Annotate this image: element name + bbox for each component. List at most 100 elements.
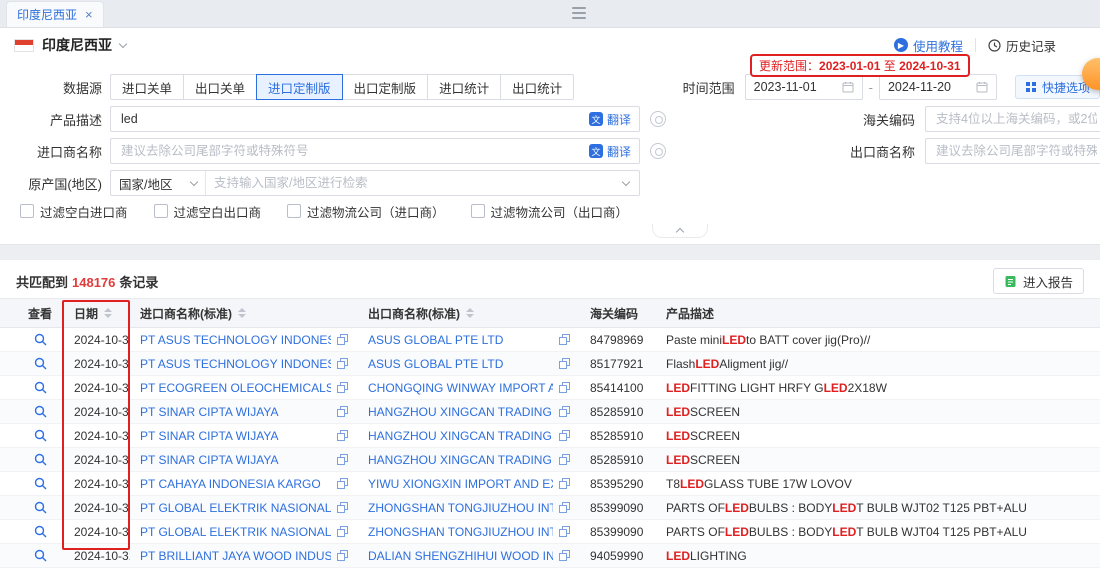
datasource-tab-进口关单[interactable]: 进口关单 xyxy=(110,74,184,100)
date-to-input[interactable]: 2024-11-20 xyxy=(879,74,997,100)
row-product-desc: PARTS OF LED BULBS : BODY LED T BULB WJT… xyxy=(656,496,1100,519)
copy-icon[interactable] xyxy=(559,382,570,393)
checkbox-icon[interactable] xyxy=(20,204,34,218)
translate-label: 翻译 xyxy=(607,143,631,160)
view-row-button[interactable] xyxy=(34,357,47,370)
copy-icon[interactable] xyxy=(337,478,348,489)
copy-icon[interactable] xyxy=(559,406,570,417)
view-row-button[interactable] xyxy=(34,333,47,346)
exporter-link[interactable]: YIWU XIONGXIN IMPORT AND EXPORT... xyxy=(368,477,553,491)
checkbox-icon[interactable] xyxy=(471,204,485,218)
exporter-link[interactable]: DALIAN SHENGZHIHUI WOOD INDUST... xyxy=(368,549,553,563)
column-header[interactable]: 出口商名称(标准) xyxy=(358,299,580,327)
importer-link[interactable]: PT ECOGREEN OLEOCHEMICALS xyxy=(140,381,331,395)
column-header-label: 出口商名称(标准) xyxy=(368,305,460,322)
filter-checkbox[interactable]: 过滤空白出口商 xyxy=(154,202,262,221)
row-product-desc: LED SCREEN xyxy=(656,448,1100,471)
copy-icon[interactable] xyxy=(559,526,570,537)
importer-link[interactable]: PT GLOBAL ELEKTRIK NASIONAL xyxy=(140,525,331,539)
copy-icon[interactable] xyxy=(337,382,348,393)
column-header[interactable]: 日期 xyxy=(64,299,130,327)
importer-link[interactable]: PT ASUS TECHNOLOGY INDONESIA BA... xyxy=(140,333,331,347)
exporter-link[interactable]: ZHONGSHAN TONGJIUZHOU INTERNA... xyxy=(368,501,553,515)
chevron-down-icon[interactable] xyxy=(622,177,630,185)
table-row: 2024-10-31PT ASUS TECHNOLOGY INDONESIA B… xyxy=(0,328,1100,352)
date-from-input[interactable]: 2023-11-01 xyxy=(745,74,863,100)
column-header-label: 进口商名称(标准) xyxy=(140,305,232,322)
datasource-tab-出口定制版[interactable]: 出口定制版 xyxy=(342,74,429,100)
copy-icon[interactable] xyxy=(337,358,348,369)
chevron-down-icon[interactable] xyxy=(119,39,127,47)
exporter-link[interactable]: HANGZHOU XINGCAN TRADING CO LTD xyxy=(368,429,553,443)
importer-link[interactable]: PT BRILLIANT JAYA WOOD INDUSTRY xyxy=(140,549,331,563)
exporter-link[interactable]: HANGZHOU XINGCAN TRADING CO LTD xyxy=(368,453,553,467)
datasource-tab-进口定制版[interactable]: 进口定制版 xyxy=(256,74,343,100)
importer-link[interactable]: PT SINAR CIPTA WIJAYA xyxy=(140,429,331,443)
hs-code-input[interactable] xyxy=(934,111,1099,127)
importer-link[interactable]: PT ASUS TECHNOLOGY INDONESIA BA... xyxy=(140,357,331,371)
view-row-button[interactable] xyxy=(34,405,47,418)
copy-icon[interactable] xyxy=(337,550,348,561)
copy-icon[interactable] xyxy=(337,406,348,417)
tab-close-icon[interactable]: × xyxy=(85,8,93,21)
view-row-button[interactable] xyxy=(34,453,47,466)
match-mode-toggle-icon[interactable] xyxy=(650,111,666,127)
datasource-tab-出口统计[interactable]: 出口统计 xyxy=(500,74,574,100)
importer-link[interactable]: PT SINAR CIPTA WIJAYA xyxy=(140,405,331,419)
country-selector[interactable]: 印度尼西亚 xyxy=(42,35,112,55)
importer-link[interactable]: PT CAHAYA INDONESIA KARGO xyxy=(140,477,331,491)
translate-button[interactable]: 文 翻译 xyxy=(589,111,631,128)
origin-type-select[interactable]: 国家/地区 xyxy=(111,171,206,195)
copy-icon[interactable] xyxy=(559,478,570,489)
enter-report-button[interactable]: 进入报告 xyxy=(993,268,1084,294)
copy-icon[interactable] xyxy=(559,358,570,369)
view-row-button[interactable] xyxy=(34,381,47,394)
datasource-tab-进口统计[interactable]: 进口统计 xyxy=(427,74,501,100)
importer-link[interactable]: PT SINAR CIPTA WIJAYA xyxy=(140,453,331,467)
exporter-link[interactable]: ASUS GLOBAL PTE LTD xyxy=(368,357,553,371)
calendar-icon xyxy=(976,81,988,93)
exporter-link[interactable]: HANGZHOU XINGCAN TRADING CO LTD xyxy=(368,405,553,419)
copy-icon[interactable] xyxy=(337,334,348,345)
copy-icon[interactable] xyxy=(559,454,570,465)
exporter-link[interactable]: CHONGQING WINWAY IMPORT AND E... xyxy=(368,381,553,395)
copy-icon[interactable] xyxy=(559,334,570,345)
exporter-input[interactable] xyxy=(934,143,1099,159)
checkbox-icon[interactable] xyxy=(287,204,301,218)
copy-icon[interactable] xyxy=(559,502,570,513)
exporter-link[interactable]: ASUS GLOBAL PTE LTD xyxy=(368,333,553,347)
exporter-link[interactable]: ZHONGSHAN TONGJIUZHOU INTERNA... xyxy=(368,525,553,539)
translate-button[interactable]: 文 翻译 xyxy=(589,143,631,160)
view-row-button[interactable] xyxy=(34,549,47,562)
importer-input[interactable] xyxy=(119,143,589,159)
window-tab-indonesia[interactable]: 印度尼西亚 × xyxy=(6,1,104,27)
view-row-button[interactable] xyxy=(34,501,47,514)
tutorial-link[interactable]: ▶ 使用教程 xyxy=(894,36,963,55)
filter-checkbox-label: 过滤空白出口商 xyxy=(174,202,262,221)
column-header[interactable]: 进口商名称(标准) xyxy=(130,299,358,327)
origin-input[interactable] xyxy=(206,176,623,190)
collapse-form-handle[interactable] xyxy=(652,224,708,238)
filter-checkbox[interactable]: 过滤物流公司（出口商） xyxy=(471,202,629,221)
copy-icon[interactable] xyxy=(559,430,570,441)
tab-list-menu-icon[interactable] xyxy=(572,7,586,19)
product-desc-input[interactable] xyxy=(119,111,589,127)
datasource-tab-出口关单[interactable]: 出口关单 xyxy=(183,74,257,100)
importer-link[interactable]: PT GLOBAL ELEKTRIK NASIONAL xyxy=(140,501,331,515)
filter-checkbox[interactable]: 过滤空白进口商 xyxy=(20,202,128,221)
copy-icon[interactable] xyxy=(337,526,348,537)
filter-checkbox[interactable]: 过滤物流公司（进口商） xyxy=(287,202,445,221)
copy-icon[interactable] xyxy=(337,454,348,465)
origin-label: 原产国(地区) xyxy=(0,174,110,193)
date-to-value: 2024-11-20 xyxy=(888,80,951,94)
copy-icon[interactable] xyxy=(559,550,570,561)
checkbox-icon[interactable] xyxy=(154,204,168,218)
view-row-button[interactable] xyxy=(34,429,47,442)
copy-icon[interactable] xyxy=(337,502,348,513)
filter-checkbox-label: 过滤物流公司（进口商） xyxy=(307,202,445,221)
view-row-button[interactable] xyxy=(34,477,47,490)
match-mode-toggle-icon[interactable] xyxy=(650,143,666,159)
view-row-button[interactable] xyxy=(34,525,47,538)
history-link[interactable]: 历史记录 xyxy=(988,36,1056,55)
copy-icon[interactable] xyxy=(337,430,348,441)
